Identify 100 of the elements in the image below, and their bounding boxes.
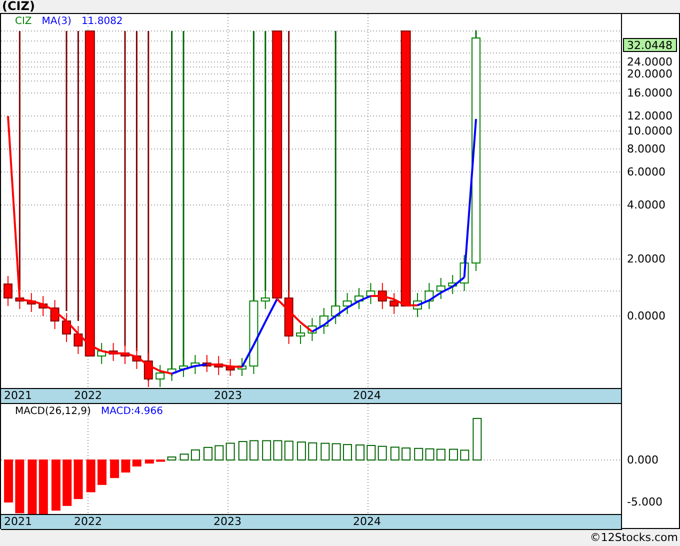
- histogram-bar: [332, 443, 341, 460]
- year-label: 2023: [214, 515, 242, 529]
- candlestick: [390, 292, 399, 314]
- candlestick: [156, 364, 165, 388]
- legend-label: CIZ: [15, 16, 32, 27]
- histogram-bar: [448, 448, 458, 460]
- histogram-bar: [296, 442, 306, 460]
- histogram-bar: [238, 441, 248, 460]
- candlestick: [238, 358, 246, 376]
- histogram-bar: [190, 449, 200, 460]
- candlestick: [308, 318, 317, 342]
- candlestick: [436, 278, 446, 300]
- candlestick: [26, 292, 36, 312]
- histogram-bar: [262, 440, 272, 460]
- year-label: 2021: [4, 515, 32, 529]
- candlestick: [366, 282, 376, 304]
- histogram-bar: [342, 444, 352, 460]
- candlestick: [296, 324, 305, 344]
- histogram-bar: [436, 448, 446, 460]
- histogram-bar: [284, 440, 294, 460]
- histogram-bar: [402, 448, 411, 460]
- histogram-bar: [97, 460, 106, 485]
- axis-label: 0.000: [627, 454, 658, 466]
- axis-label: 8.0000: [627, 142, 666, 156]
- histogram-bar: [425, 448, 434, 460]
- legend-label: MACD(26,12,9): [15, 406, 91, 417]
- histogram-bar: [121, 460, 130, 473]
- axis-label: 6.0000: [627, 166, 666, 178]
- candlestick: [284, 290, 294, 344]
- histogram-bar: [38, 460, 48, 514]
- candlestick: [214, 356, 224, 376]
- axis-label: 16.0000: [627, 86, 672, 100]
- candlestick: [319, 308, 328, 334]
- histogram-bar: [180, 454, 189, 460]
- candlestick: [202, 354, 212, 372]
- candlestick: [97, 342, 106, 364]
- candlestick: [460, 254, 469, 292]
- credit-text: ©12Stocks.com: [590, 531, 678, 544]
- year-label: 2022: [74, 389, 102, 403]
- histogram-bar: [378, 446, 387, 460]
- histogram-bar: [62, 460, 72, 506]
- histogram-bar: [460, 450, 470, 460]
- axis-label: 12.0000: [627, 110, 672, 122]
- candlestick: [74, 326, 83, 354]
- candlestick: [4, 276, 12, 306]
- axis-label: 20.0000: [627, 68, 672, 80]
- candlestick: [190, 354, 200, 374]
- legend-label: MA(3): [42, 16, 72, 27]
- candlestick: [167, 360, 176, 382]
- histogram-bar: [51, 460, 60, 511]
- year-label: 2023: [214, 389, 242, 403]
- current-price-label: 32.0448: [623, 38, 677, 52]
- histogram-bar: [273, 440, 282, 460]
- histogram-bar: [204, 446, 212, 460]
- candlestick: [260, 290, 270, 310]
- histogram-bar: [86, 460, 96, 492]
- axis-label: 0.0000: [627, 310, 666, 322]
- histogram-bar: [390, 446, 400, 460]
- histogram-bar: [320, 442, 330, 460]
- candlestick: [448, 274, 458, 294]
- candlestick: [378, 282, 387, 310]
- year-label: 2024: [353, 515, 381, 529]
- axis-label: 24.0000: [627, 56, 672, 68]
- histogram-bar: [214, 445, 224, 460]
- histogram-bar: [308, 442, 318, 460]
- histogram-bar: [366, 444, 376, 460]
- candlestick: [132, 348, 142, 370]
- histogram-bar: [132, 460, 142, 466]
- histogram-bar: [4, 460, 14, 502]
- candlestick: [108, 342, 118, 362]
- year-label: 2022: [74, 515, 102, 529]
- histogram-bar: [144, 460, 154, 464]
- histogram-bar: [15, 460, 24, 514]
- histogram-bar: [74, 460, 83, 500]
- candlestick: [144, 352, 153, 388]
- axis-label: 10.0000: [627, 124, 672, 138]
- candlestick: [120, 344, 130, 364]
- candlestick: [331, 298, 340, 324]
- candlestick: [424, 282, 434, 310]
- candlestick: [226, 358, 235, 376]
- candlestick: [413, 292, 422, 318]
- candlestick: [38, 296, 48, 316]
- axis-label: 2.0000: [627, 252, 666, 266]
- year-label: 2024: [353, 389, 381, 403]
- legend-label: MACD:4.966: [100, 406, 163, 417]
- histogram-bar: [414, 448, 424, 460]
- histogram-bar: [167, 456, 176, 460]
- histogram-bar: [472, 418, 482, 460]
- axis-label: -5.000: [627, 495, 662, 508]
- histogram-bar: [110, 460, 120, 478]
- legend-label: 11.8082: [81, 16, 123, 27]
- histogram-bar: [156, 460, 166, 462]
- candlestick: [342, 292, 352, 314]
- candlestick: [50, 300, 60, 330]
- year-label: 2021: [4, 389, 32, 403]
- axis-label: 4.0000: [627, 198, 666, 212]
- chart-title: (CIZ): [2, 0, 35, 13]
- histogram-bar: [250, 440, 259, 460]
- candlestick: [62, 312, 71, 342]
- histogram-bar: [28, 460, 37, 514]
